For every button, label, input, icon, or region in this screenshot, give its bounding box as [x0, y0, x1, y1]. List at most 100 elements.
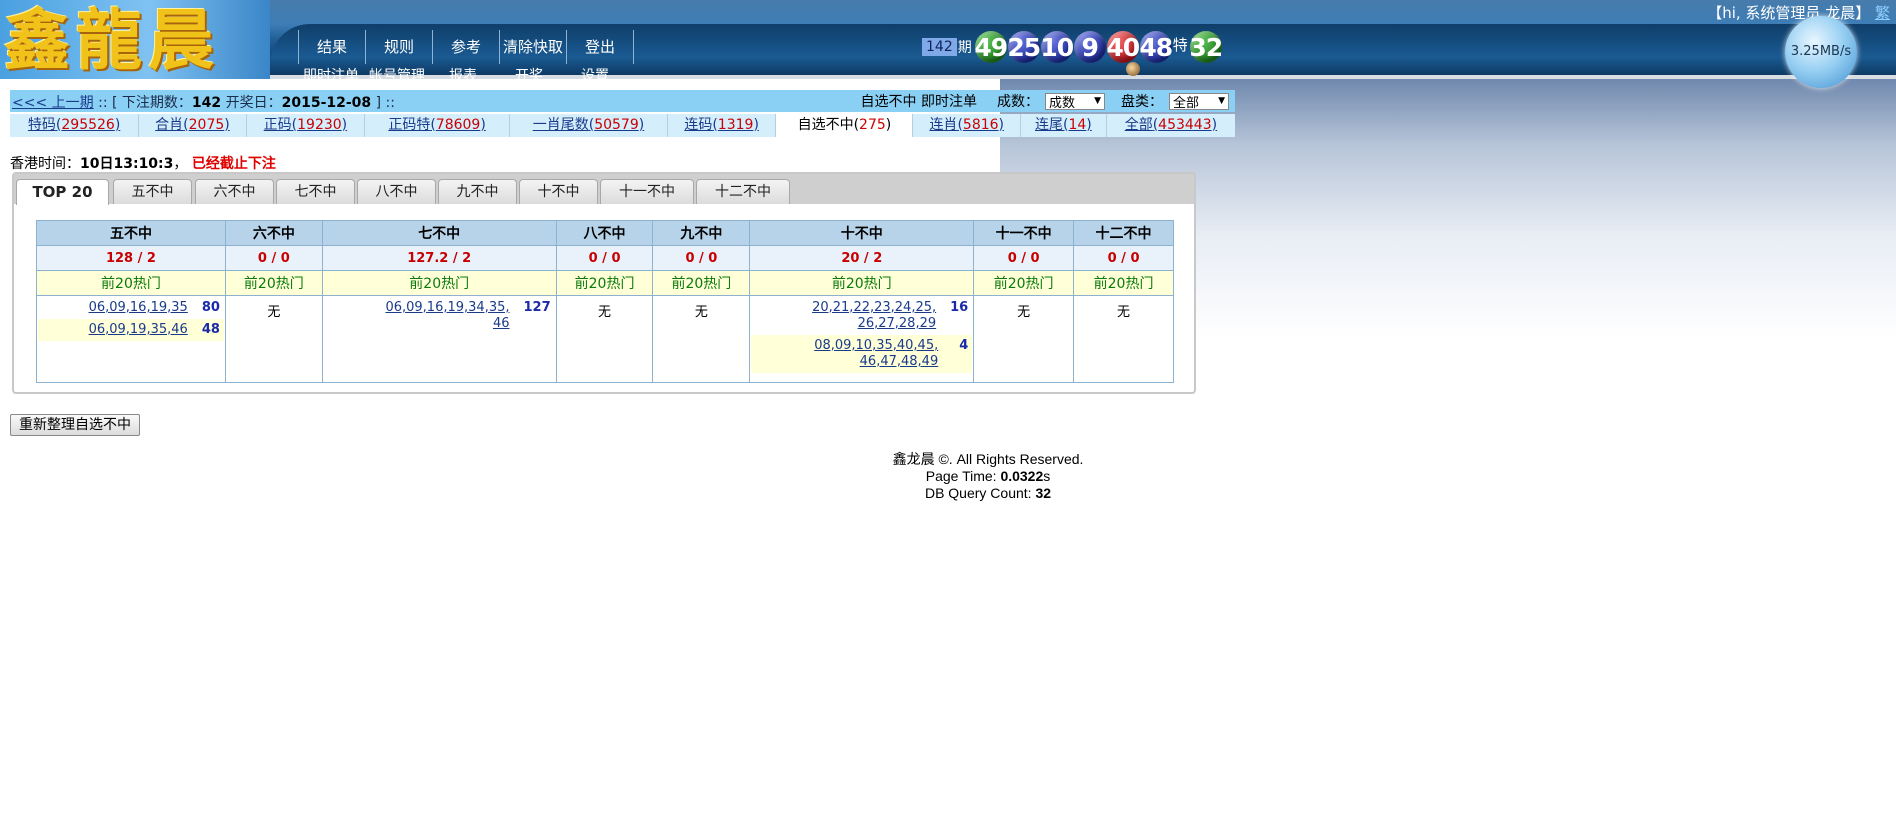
- pan-select[interactable]: 全部 ▼: [1169, 92, 1229, 111]
- special-label: 特: [1172, 36, 1188, 54]
- empty-value: 无: [1117, 305, 1131, 320]
- cat-tab[interactable]: 一肖尾数(50579): [510, 114, 668, 137]
- score-cell: 0 / 0: [224, 245, 323, 271]
- cat-tab[interactable]: 连尾(14): [1021, 114, 1107, 137]
- logo-area: 鑫龍晨: [0, 0, 270, 79]
- combo-link[interactable]: 06,09,16,19,35: [89, 300, 188, 316]
- column-header: 九不中: [652, 220, 751, 246]
- date-label: 开奖日：: [225, 95, 282, 111]
- combo-cell: 06,09,16,19,34,35, 46 127: [321, 295, 557, 383]
- nav-reference[interactable]: 参考: [432, 30, 499, 64]
- combo-item: 06,09,16,19,34,35, 46 127: [324, 297, 555, 335]
- draw-period-suffix: 期: [957, 40, 972, 56]
- issue-label: [ 下注期数：: [112, 95, 192, 111]
- column-header: 十二不中: [1073, 220, 1174, 246]
- category-tabs: 特码(295526) 合肖(2075) 正码(19230) 正码特(78609)…: [10, 114, 1235, 137]
- cat-tab-active[interactable]: 自选不中(275): [776, 114, 914, 137]
- draw-ball-2: 25: [1007, 31, 1041, 63]
- network-speed: 3.25MB/s: [1790, 44, 1852, 59]
- column-header: 六不中: [224, 220, 323, 246]
- combo-link[interactable]: 08,09,10,35,40,45, 46,47,48,49: [808, 338, 938, 370]
- tab-six[interactable]: 六不中: [195, 179, 274, 204]
- column-header: 十不中: [749, 220, 975, 246]
- score-cell: 0 / 0: [1073, 245, 1174, 271]
- pan-select-value: 全部: [1173, 95, 1200, 111]
- cat-tab[interactable]: 连肖(5816): [913, 114, 1021, 137]
- combo-cell: 无: [973, 295, 1075, 383]
- copyright: 鑫龙晨 ©. All Rights Reserved.: [892, 451, 1084, 467]
- draw-date: 2015-12-08: [281, 95, 372, 111]
- info-close: ] ::: [375, 95, 395, 111]
- combo-cell: 无: [555, 295, 654, 383]
- greeting-text: 【hi, 系统管理员 龙晨】: [1707, 4, 1871, 22]
- tab-twelve[interactable]: 十二不中: [696, 179, 790, 204]
- tab-top20[interactable]: TOP 20: [16, 179, 109, 205]
- tab-nine[interactable]: 九不中: [438, 179, 517, 204]
- hot-label: 前20热门: [749, 270, 975, 296]
- hk-time: 香港时间：10日13:10:3， 已经截止下注: [10, 156, 276, 172]
- nav-clear-cache[interactable]: 清除快取: [499, 30, 566, 64]
- tab-eleven[interactable]: 十一不中: [600, 179, 694, 204]
- sub-nav: 即时注单 帐号管理 报表 开奖 设置: [298, 67, 628, 79]
- combo-count: 48: [201, 322, 220, 337]
- empty-value: 无: [694, 305, 708, 320]
- rebuild-button[interactable]: 重新整理自选不中: [10, 414, 140, 436]
- cat-tab[interactable]: 合肖(2075): [139, 114, 247, 137]
- draw-ball-5: 40: [1106, 31, 1140, 63]
- previous-issue-link[interactable]: <<< 上一期: [12, 95, 94, 111]
- nav-rules[interactable]: 规则: [365, 30, 432, 64]
- count-select-value: 成数: [1049, 95, 1076, 111]
- table-header-row: 五不中 六不中 七不中 八不中 九不中 十不中 十一不中 十二不中: [36, 220, 1174, 246]
- score-cell: 20 / 2: [749, 245, 975, 271]
- draw-ball-1: 49: [974, 31, 1008, 63]
- nav-accounts[interactable]: 帐号管理: [364, 67, 430, 79]
- table-hot-row: 前20热门 前20热门 前20热门 前20热门 前20热门 前20热门 前20热…: [36, 270, 1174, 296]
- nav-draw[interactable]: 开奖: [496, 67, 562, 79]
- issue-info-bar: <<< 上一期 :: [ 下注期数：142 开奖日：2015-12-08 ] :…: [10, 90, 1235, 112]
- db-query-count: DB Query Count: 32: [924, 485, 1052, 501]
- page-time: Page Time: 0.0322s: [925, 468, 1051, 484]
- hot-label: 前20热门: [224, 270, 323, 296]
- count-select[interactable]: 成数 ▼: [1045, 92, 1105, 111]
- issue-number: 142: [191, 95, 222, 111]
- combo-cell: 无: [224, 295, 323, 383]
- combo-link[interactable]: 06,09,16,19,34,35, 46: [380, 300, 509, 332]
- cat-tab[interactable]: 正码(19230): [247, 114, 366, 137]
- page-footer: 鑫龙晨 ©. All Rights Reserved. Page Time: 0…: [0, 451, 1896, 502]
- nav-live-bets[interactable]: 即时注单: [298, 67, 364, 79]
- bar-title: 自选不中 即时注单: [860, 94, 977, 110]
- cat-tab[interactable]: 全部(453443): [1107, 114, 1235, 137]
- table-score-row: 128 / 2 0 / 0 127.2 / 2 0 / 0 0 / 0 20 /…: [36, 245, 1174, 271]
- panel-tab-strip: TOP 20 五不中 六不中 七不中 八不中 九不中 十不中 十一不中 十二不中: [14, 174, 1194, 205]
- combo-count: 80: [201, 300, 220, 315]
- tab-ten[interactable]: 十不中: [519, 179, 598, 204]
- chevron-down-icon: ▼: [1218, 96, 1225, 106]
- chevron-down-icon: ▼: [1094, 96, 1101, 106]
- nav-logout[interactable]: 登出: [566, 30, 634, 64]
- traditional-chinese-link[interactable]: 繁: [1875, 4, 1890, 22]
- main-nav: 结果 规则 参考 清除快取 登出: [298, 30, 634, 64]
- combo-cell: 无: [1073, 295, 1174, 383]
- empty-value: 无: [598, 305, 612, 320]
- combo-cell: 20,21,22,23,24,25, 26,27,28,29 16 08,09,1…: [749, 295, 975, 383]
- draw-ball-6: 48: [1139, 31, 1173, 63]
- tab-five[interactable]: 五不中: [113, 179, 192, 204]
- tab-seven[interactable]: 七不中: [276, 179, 355, 204]
- nav-reports[interactable]: 报表: [430, 67, 496, 79]
- nav-results[interactable]: 结果: [298, 30, 365, 64]
- score-cell: 127.2 / 2: [321, 245, 557, 271]
- combo-link[interactable]: 06,09,19,35,46: [89, 322, 188, 338]
- hot-label: 前20热门: [555, 270, 654, 296]
- combo-link[interactable]: 20,21,22,23,24,25, 26,27,28,29: [806, 300, 936, 332]
- cat-tab[interactable]: 连码(1319): [668, 114, 777, 137]
- cat-tab[interactable]: 正码特(78609): [365, 114, 511, 137]
- empty-value: 无: [267, 305, 281, 320]
- tab-eight[interactable]: 八不中: [357, 179, 436, 204]
- cat-tab[interactable]: 特码(295526): [10, 114, 140, 137]
- special-ball: 32: [1189, 31, 1223, 63]
- info-separator: ::: [98, 95, 108, 111]
- hot-label: 前20热门: [36, 270, 226, 296]
- user-status-icon: [1126, 62, 1140, 76]
- nav-settings[interactable]: 设置: [562, 67, 628, 79]
- draw-ball-4: 9: [1073, 31, 1106, 63]
